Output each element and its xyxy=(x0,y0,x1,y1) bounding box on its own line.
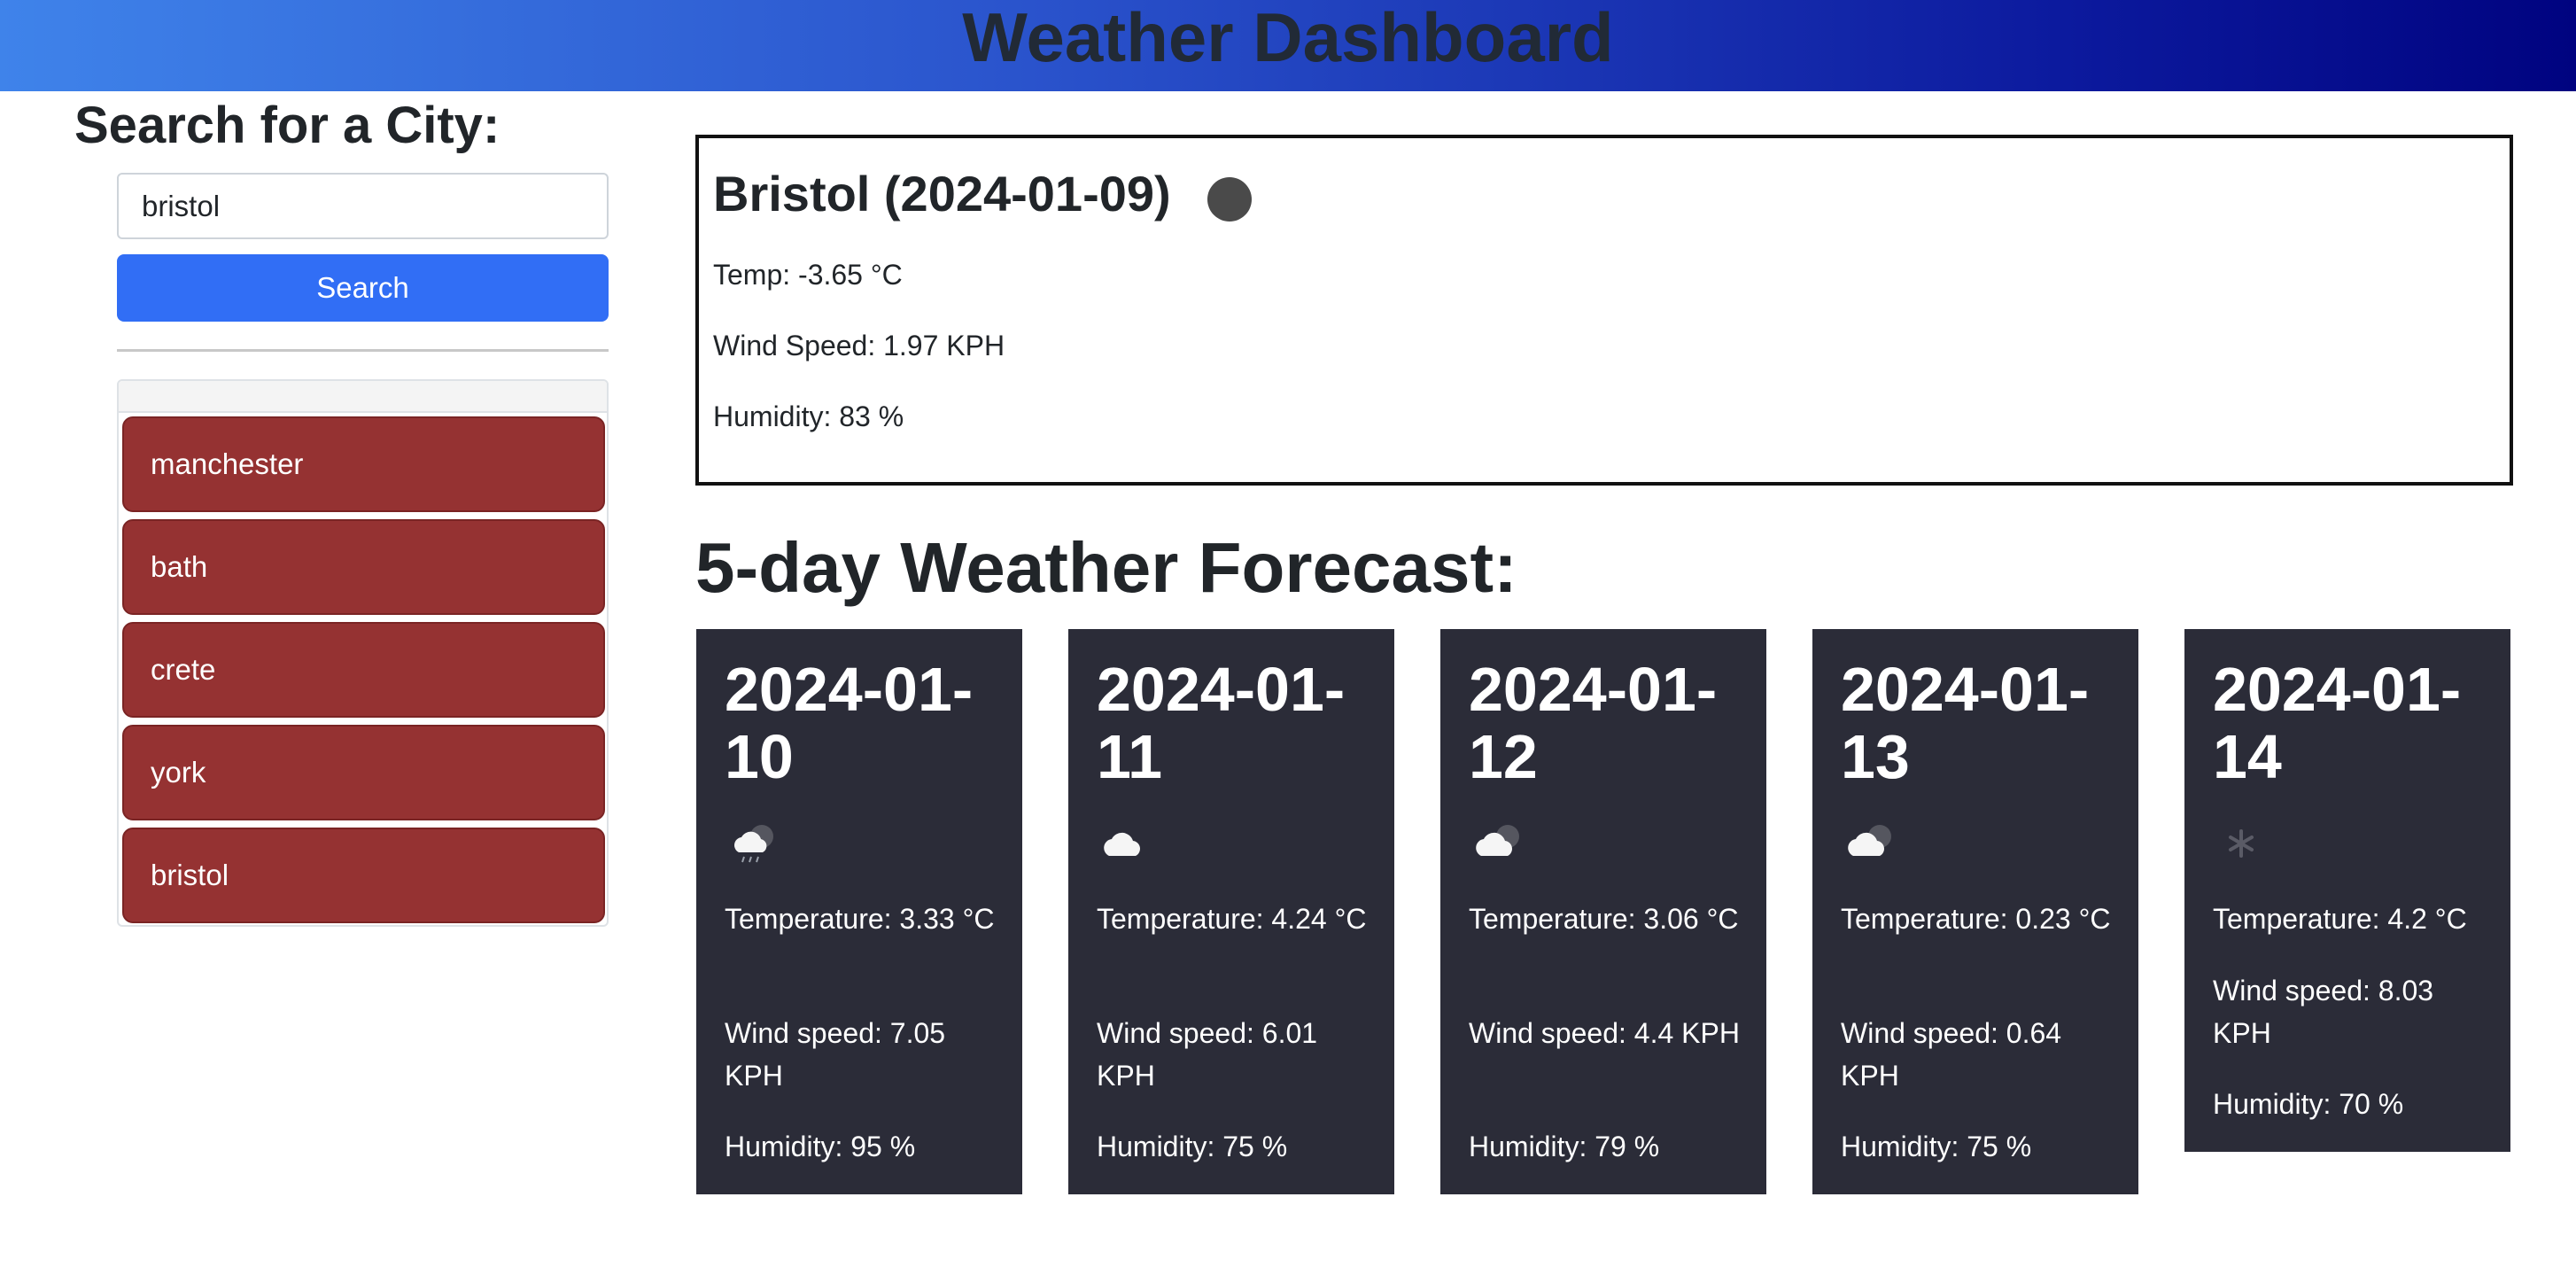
current-weather-panel: Bristol (2024-01-09) Temp: -3.65 °C Wind… xyxy=(695,135,2513,486)
current-wind: Wind Speed: 1.97 KPH xyxy=(713,330,1005,361)
rain-cloud-icon xyxy=(734,825,773,863)
forecast-humidity: Humidity: 95 % xyxy=(725,1131,916,1162)
forecast-card: 2024-01-11 Temperature: 4.24 °C Wind spe… xyxy=(1068,629,1394,1194)
history-city-button[interactable]: bath xyxy=(122,519,605,615)
search-history-list: manchester bath crete york bristol xyxy=(122,416,605,930)
search-title: Search for a City: xyxy=(74,97,500,154)
forecast-card: 2024-01-10 Temperature: 3.33 °C Wind spe… xyxy=(696,629,1022,1194)
weather-condition-icon xyxy=(1207,177,1252,222)
history-city-button[interactable]: bristol xyxy=(122,828,605,923)
search-history-panel: manchester bath crete york bristol xyxy=(117,379,609,927)
history-city-button[interactable]: york xyxy=(122,725,605,820)
forecast-temp: Temperature: 4.2 °C xyxy=(2213,903,2467,935)
forecast-wind: Wind speed: 4.4 KPH xyxy=(1469,1017,1740,1049)
divider xyxy=(117,349,609,352)
city-search-input[interactable] xyxy=(117,173,609,239)
forecast-wind: Wind speed: 7.05 KPH xyxy=(725,1017,946,1092)
forecast-card: 2024-01-12 Temperature: 3.06 °C Wind spe… xyxy=(1440,629,1766,1194)
forecast-title: 5-day Weather Forecast: xyxy=(695,528,1517,607)
current-temp: Temp: -3.65 °C xyxy=(713,259,903,291)
forecast-date: 2024-01-14 xyxy=(2213,655,2462,791)
current-city-title: Bristol (2024-01-09) xyxy=(713,166,1171,222)
page-title: Weather Dashboard xyxy=(962,0,1614,76)
forecast-temp: Temperature: 3.33 °C xyxy=(725,903,995,935)
forecast-wind: Wind speed: 8.03 KPH xyxy=(2213,975,2434,1049)
forecast-wind: Wind speed: 0.64 KPH xyxy=(1841,1017,2062,1092)
forecast-wind: Wind speed: 6.01 KPH xyxy=(1097,1017,1318,1092)
search-button[interactable]: Search xyxy=(117,254,609,322)
forecast-date: 2024-01-11 xyxy=(1097,655,1346,791)
current-humidity: Humidity: 83 % xyxy=(713,400,904,432)
search-history-header xyxy=(119,381,607,413)
snowflake-icon xyxy=(2229,829,2254,858)
forecast-date: 2024-01-12 xyxy=(1469,655,1718,791)
forecast-date: 2024-01-13 xyxy=(1841,655,2090,791)
history-city-button[interactable]: crete xyxy=(122,622,605,718)
forecast-humidity: Humidity: 75 % xyxy=(1097,1131,1288,1162)
cloud-icon xyxy=(1104,832,1140,856)
cloudy-night-icon xyxy=(1848,825,1891,856)
forecast-humidity: Humidity: 70 % xyxy=(2213,1088,2404,1120)
forecast-temp: Temperature: 4.24 °C xyxy=(1097,903,1367,935)
forecast-card: 2024-01-14 Temperature: 4.2 °C Wind spee… xyxy=(2184,629,2510,1152)
forecast-humidity: Humidity: 75 % xyxy=(1841,1131,2032,1162)
cloudy-night-icon xyxy=(1476,825,1519,856)
forecast-temp: Temperature: 0.23 °C xyxy=(1841,903,2111,935)
forecast-date: 2024-01-10 xyxy=(725,655,974,791)
history-city-button[interactable]: manchester xyxy=(122,416,605,512)
forecast-humidity: Humidity: 79 % xyxy=(1469,1131,1660,1162)
header-banner: Weather Dashboard xyxy=(0,0,2576,91)
forecast-card: 2024-01-13 Temperature: 0.23 °C Wind spe… xyxy=(1812,629,2138,1194)
forecast-temp: Temperature: 3.06 °C xyxy=(1469,903,1739,935)
